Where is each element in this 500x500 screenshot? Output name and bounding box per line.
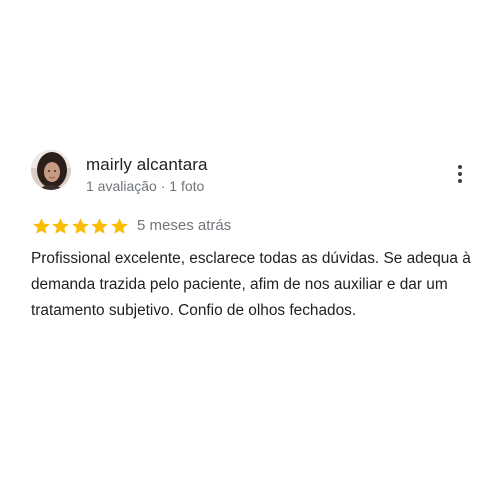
star-icon (33, 218, 50, 234)
more-vert-icon[interactable] (451, 162, 469, 188)
rating-row: 5 meses atrás (31, 217, 476, 237)
review-date: 5 meses atrás (137, 217, 232, 234)
avatar[interactable] (31, 150, 71, 190)
star-icon (52, 218, 70, 234)
star-icon (72, 218, 89, 234)
star-icon (110, 218, 128, 234)
author-meta: 1 avaliação · 1 foto (86, 178, 205, 194)
review-text: Profissional excelente, esclarece todas … (31, 250, 471, 319)
review-header: mairly alcantara 1 avaliação · 1 foto (31, 150, 476, 196)
avatar-photo (31, 150, 71, 190)
review-card: mairly alcantara 1 avaliação · 1 foto 5 … (31, 150, 476, 319)
page: mairly alcantara 1 avaliação · 1 foto 5 … (0, 0, 500, 500)
author-name[interactable]: mairly alcantara (86, 155, 208, 175)
star-rating (32, 217, 129, 235)
star-icon (91, 218, 108, 234)
